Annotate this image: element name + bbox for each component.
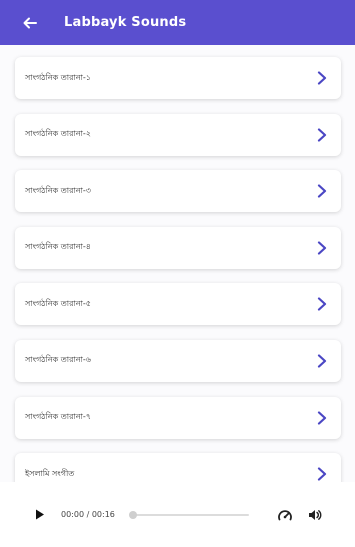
time-display: 00:00 / 00:16 — [61, 510, 115, 519]
list-item-label: ইসলামি সংগীত — [25, 468, 75, 478]
play-button[interactable] — [35, 508, 47, 522]
list-item[interactable]: সাংগঠনিক তারানা-৩ — [15, 170, 341, 213]
volume-button[interactable] — [307, 507, 323, 523]
list-item[interactable]: সাংগঠনিক তারানা-১ — [15, 57, 341, 99]
play-icon — [36, 509, 44, 520]
list-item[interactable]: সাংগঠনিক তারানা-৬ — [15, 339, 341, 382]
list-item[interactable]: সাংগঠনিক তারানা-৪ — [15, 226, 341, 269]
list-item[interactable]: সাংগঠনিক তারানা-২ — [15, 113, 341, 156]
audio-player: 00:00 / 00:16 — [0, 482, 355, 547]
chevron-right-icon — [315, 466, 329, 482]
list-item-label: সাংগঠনিক তারানা-৬ — [25, 355, 91, 365]
list-item[interactable]: সাংগঠনিক তারানা-৫ — [15, 283, 341, 326]
playback-speed-button[interactable] — [277, 507, 293, 523]
volume-icon — [308, 509, 322, 520]
chevron-right-icon — [315, 240, 329, 256]
speed-icon — [278, 509, 292, 520]
list-item-label: সাংগঠনিক তারানা-৭ — [25, 412, 91, 422]
chevron-right-icon — [315, 183, 329, 199]
seek-track — [130, 513, 249, 516]
track-list[interactable]: সাংগঠনিক তারানা-১ সাংগঠনিক তারানা-২ সাংগ… — [0, 45, 355, 482]
seek-bar[interactable] — [128, 510, 249, 520]
app-bar: Labbayk Sounds — [0, 0, 355, 45]
chevron-right-icon — [315, 410, 329, 426]
arrow-left-icon — [23, 17, 37, 28]
list-item[interactable]: সাংগঠনিক তারানা-৭ — [15, 396, 341, 439]
chevron-right-icon — [315, 127, 329, 143]
list-item-label: সাংগঠনিক তারানা-২ — [25, 129, 91, 139]
chevron-right-icon — [315, 296, 329, 312]
chevron-right-icon — [315, 353, 329, 369]
seek-thumb[interactable] — [128, 510, 137, 519]
list-item[interactable]: ইসলামি সংগীত — [15, 453, 341, 482]
list-item-label: সাংগঠনিক তারানা-৩ — [25, 185, 91, 195]
list-item-label: সাংগঠনিক তারানা-৪ — [25, 242, 91, 252]
app-title: Labbayk Sounds — [64, 15, 187, 30]
list-item-label: সাংগঠনিক তারানা-৫ — [25, 298, 91, 308]
list-item-label: সাংগঠনিক তারানা-১ — [25, 72, 91, 82]
chevron-right-icon — [315, 70, 329, 86]
back-button[interactable] — [10, 0, 50, 45]
